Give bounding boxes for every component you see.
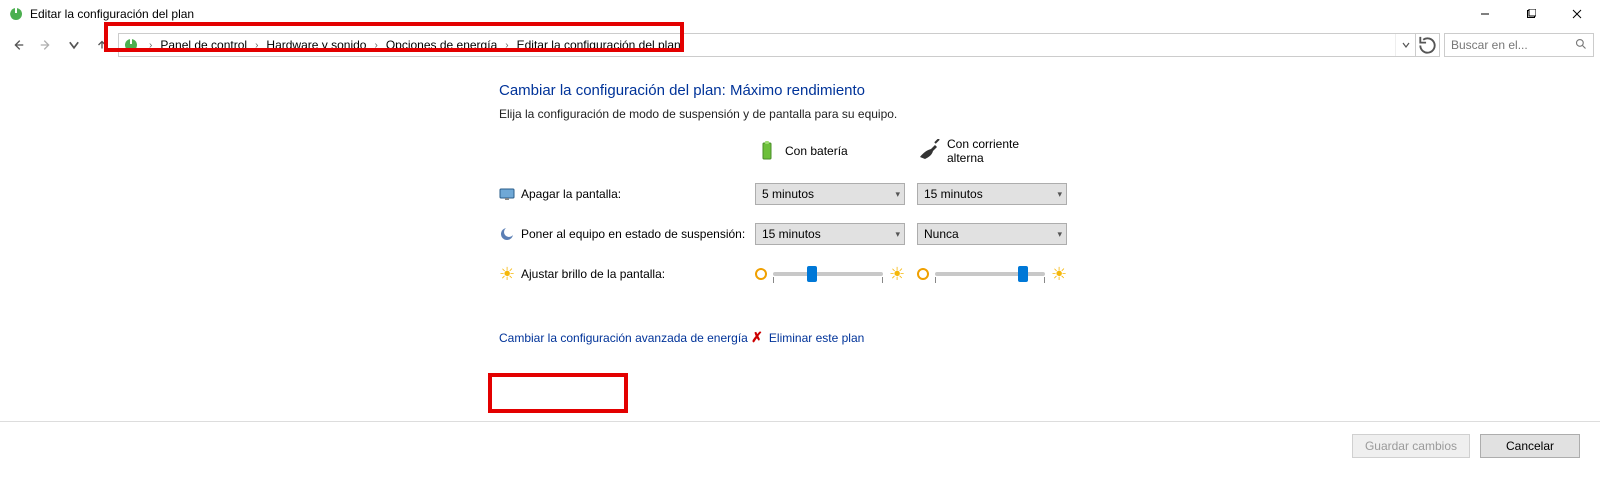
breadcrumb-item[interactable]: Panel de control	[154, 38, 253, 52]
bottom-button-bar: Guardar cambios Cancelar	[0, 421, 1600, 469]
content-area: Cambiar la configuración del plan: Máxim…	[0, 62, 1600, 346]
breadcrumb-item[interactable]: Hardware y sonido	[260, 38, 372, 52]
brightness-low-icon	[917, 268, 929, 280]
brightness-battery-slider[interactable]: ☀	[755, 263, 905, 285]
page-subtitle: Elija la configuración de modo de suspen…	[499, 107, 1600, 121]
search-input[interactable]: Buscar en el...	[1444, 33, 1594, 57]
search-placeholder: Buscar en el...	[1451, 38, 1528, 52]
chevron-down-icon: ▾	[895, 189, 900, 200]
row-label-sleep: Poner al equipo en estado de suspensión:	[499, 226, 755, 242]
address-bar[interactable]: › Panel de control › Hardware y sonido ›…	[118, 33, 1440, 57]
brightness-low-icon	[755, 268, 767, 280]
moon-icon	[499, 226, 515, 242]
annotation-highlight-delete	[488, 373, 628, 413]
chevron-right-icon[interactable]: ›	[372, 40, 379, 51]
display-off-ac-select[interactable]: 15 minutos ▾	[917, 183, 1067, 205]
chevron-down-icon: ▾	[1057, 229, 1062, 240]
breadcrumb-item[interactable]: Opciones de energía	[380, 38, 503, 52]
navigation-bar: › Panel de control › Hardware y sonido ›…	[0, 28, 1600, 62]
column-header-battery: Con batería	[755, 139, 905, 163]
brightness-high-icon: ☀	[1051, 266, 1067, 282]
maximize-button[interactable]	[1508, 0, 1554, 28]
battery-icon	[755, 139, 779, 163]
recent-locations-button[interactable]	[62, 33, 86, 57]
chevron-right-icon[interactable]: ›	[503, 40, 510, 51]
brightness-high-icon: ☀	[889, 266, 905, 282]
settings-grid: Con batería Con corriente alterna Apagar…	[499, 137, 1600, 285]
forward-button[interactable]	[34, 33, 58, 57]
monitor-icon	[499, 186, 515, 202]
chevron-down-icon: ▾	[1057, 189, 1062, 200]
save-button[interactable]: Guardar cambios	[1352, 434, 1470, 458]
cancel-button[interactable]: Cancelar	[1480, 434, 1580, 458]
window-title: Editar la configuración del plan	[30, 7, 194, 21]
delete-plan-link[interactable]: ✗ Eliminar este plan	[751, 329, 864, 346]
minimize-button[interactable]	[1462, 0, 1508, 28]
titlebar: Editar la configuración del plan	[0, 0, 1600, 28]
plug-icon	[917, 139, 941, 163]
row-label-brightness: ☀ Ajustar brillo de la pantalla:	[499, 266, 755, 282]
chevron-right-icon[interactable]: ›	[147, 40, 154, 51]
control-panel-icon	[123, 37, 139, 53]
breadcrumb-item[interactable]: Editar la configuración del plan	[511, 38, 687, 52]
refresh-button[interactable]	[1415, 34, 1439, 56]
sleep-ac-select[interactable]: Nunca ▾	[917, 223, 1067, 245]
up-button[interactable]	[90, 33, 114, 57]
display-off-battery-select[interactable]: 5 minutos ▾	[755, 183, 905, 205]
row-label-display-off: Apagar la pantalla:	[499, 186, 755, 202]
search-icon	[1575, 38, 1587, 53]
power-options-icon	[8, 6, 24, 22]
chevron-down-icon: ▾	[895, 229, 900, 240]
column-header-ac: Con corriente alterna	[917, 137, 1067, 165]
sleep-battery-select[interactable]: 15 minutos ▾	[755, 223, 905, 245]
sun-icon: ☀	[499, 266, 515, 282]
back-button[interactable]	[6, 33, 30, 57]
delete-icon: ✗	[751, 329, 763, 346]
advanced-settings-link[interactable]: Cambiar la configuración avanzada de ene…	[499, 331, 748, 345]
brightness-ac-slider[interactable]: ☀	[917, 263, 1067, 285]
address-history-button[interactable]	[1395, 34, 1415, 56]
close-button[interactable]	[1554, 0, 1600, 28]
page-title: Cambiar la configuración del plan: Máxim…	[499, 82, 1600, 99]
chevron-right-icon[interactable]: ›	[253, 40, 260, 51]
